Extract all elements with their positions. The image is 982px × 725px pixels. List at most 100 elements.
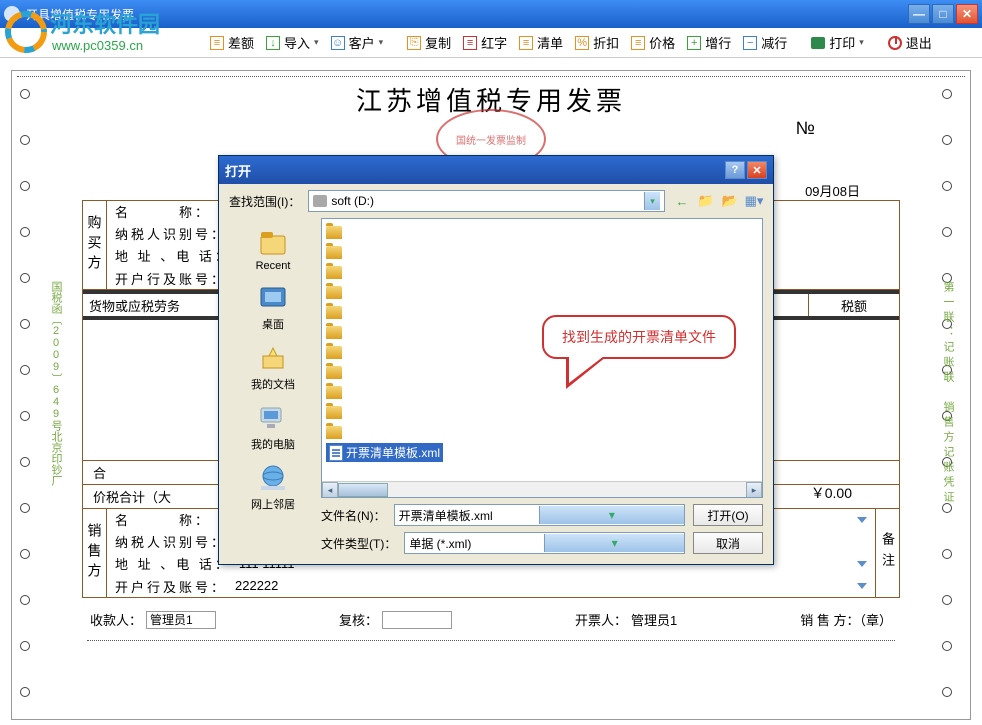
invoice-number: № 41029010 xyxy=(796,118,900,141)
scroll-thumb[interactable] xyxy=(338,483,388,497)
filetype-combo[interactable]: 单据 (*.xml) ▾ xyxy=(404,532,685,554)
filename-combo[interactable]: 开票清单模板.xml ▾ xyxy=(394,504,685,526)
chevron-down-icon[interactable]: ▾ xyxy=(644,192,660,210)
annotation-callout: 找到生成的开票清单文件 xyxy=(542,315,736,389)
copy-button[interactable]: ⎘复制 xyxy=(407,33,451,52)
back-icon[interactable]: ← xyxy=(673,192,691,210)
print-button[interactable]: 打印▾ xyxy=(811,33,864,52)
file-list[interactable]: 开票清单模板.xml 找到生成的开票清单文件 ◂ ▸ xyxy=(321,218,763,498)
customer-button[interactable]: ☺客户▾ xyxy=(331,33,384,52)
buyer-addr-label: 地 址 、电 话： xyxy=(115,246,231,265)
horizontal-scrollbar[interactable]: ◂ ▸ xyxy=(322,481,762,497)
seller-taxno-label: 纳税人识别号： xyxy=(115,532,227,551)
view-menu-icon[interactable]: ▦▾ xyxy=(745,192,763,210)
places-bar: Recent 桌面 我的文档 我的电脑 网上邻居 xyxy=(229,218,317,498)
reviewer-label: 复核： xyxy=(339,610,378,629)
dialog-titlebar[interactable]: 打开 ? ✕ xyxy=(219,156,773,184)
print-icon xyxy=(811,37,825,49)
buyer-name-label: 名 称： xyxy=(115,202,211,221)
dropdown-icon[interactable] xyxy=(857,583,867,589)
right-vertical-note: 第一联：记账联 销售方记账凭证 xyxy=(938,281,956,506)
dropdown-icon[interactable] xyxy=(857,561,867,567)
look-in-value: soft (D:) xyxy=(331,194,640,208)
delrow-button[interactable]: −减行 xyxy=(743,33,787,52)
buyer-side-label: 购买方 xyxy=(83,201,107,289)
dropdown-icon[interactable] xyxy=(857,517,867,523)
dialog-close-button[interactable]: ✕ xyxy=(747,161,767,179)
folder-icon xyxy=(326,286,342,299)
filetype-label: 文件类型(T)： xyxy=(321,535,396,552)
place-documents[interactable]: 我的文档 xyxy=(229,340,317,394)
close-button[interactable]: ✕ xyxy=(956,4,978,24)
folder-item[interactable] xyxy=(326,403,436,421)
look-in-combo[interactable]: soft (D:) ▾ xyxy=(308,190,665,212)
look-in-label: 查找范围(I)： xyxy=(229,193,300,210)
addrow-button[interactable]: +增行 xyxy=(687,33,731,52)
payee-input[interactable] xyxy=(146,611,216,629)
exit-button[interactable]: 退出 xyxy=(888,33,932,52)
place-desktop[interactable]: 桌面 xyxy=(229,280,317,334)
open-file-dialog: 打开 ? ✕ 查找范围(I)： soft (D:) ▾ ← 📁 📂 ▦▾ xyxy=(218,155,774,565)
place-computer[interactable]: 我的电脑 xyxy=(229,400,317,454)
seller-bank-input[interactable] xyxy=(231,578,853,594)
scroll-right-icon[interactable]: ▸ xyxy=(746,482,762,498)
place-recent[interactable]: Recent xyxy=(229,224,317,274)
folder-item[interactable] xyxy=(326,263,436,281)
folder-item[interactable] xyxy=(326,363,436,381)
folder-item[interactable] xyxy=(326,223,436,241)
folder-item[interactable] xyxy=(326,243,436,261)
sprocket-left xyxy=(20,71,40,719)
desktop-icon xyxy=(257,282,289,314)
up-folder-icon[interactable]: 📁 xyxy=(697,192,715,210)
perforation xyxy=(87,640,895,641)
folder-icon xyxy=(326,266,342,279)
new-folder-icon[interactable]: 📂 xyxy=(721,192,739,210)
signature-row: 收款人： 复核： 开票人：管理员1 销 售 方：（章） xyxy=(82,610,900,629)
folder-item[interactable] xyxy=(326,423,436,441)
chevron-down-icon[interactable]: ▾ xyxy=(544,534,684,552)
folder-icon xyxy=(326,386,342,399)
folder-item[interactable] xyxy=(326,343,436,361)
dialog-help-button[interactable]: ? xyxy=(725,161,745,179)
maximize-button[interactable]: □ xyxy=(932,4,954,24)
diff-button[interactable]: ≡差额 xyxy=(210,33,254,52)
folder-icon xyxy=(326,366,342,379)
price-button[interactable]: ≡价格 xyxy=(631,33,675,52)
red-button[interactable]: ≡红字 xyxy=(463,33,507,52)
power-icon xyxy=(888,36,902,50)
open-button[interactable]: 打开(O) xyxy=(693,504,763,526)
xml-file-icon xyxy=(329,445,343,461)
place-network[interactable]: 网上邻居 xyxy=(229,460,317,514)
chevron-down-icon[interactable]: ▾ xyxy=(539,506,684,524)
folder-icon xyxy=(326,246,342,259)
filetype-value: 单据 (*.xml) xyxy=(405,535,544,552)
folder-icon xyxy=(326,406,342,419)
folder-icon xyxy=(326,306,342,319)
file-item-selected[interactable]: 开票清单模板.xml xyxy=(326,443,443,462)
perforation xyxy=(17,76,965,77)
filename-value: 开票清单模板.xml xyxy=(395,507,539,524)
folder-item[interactable] xyxy=(326,283,436,301)
remark-side-label: 备注 xyxy=(875,509,899,597)
discount-button[interactable]: %折扣 xyxy=(575,33,619,52)
list-button[interactable]: ≡清单 xyxy=(519,33,563,52)
drive-icon xyxy=(313,195,327,207)
seller-addr-label: 地 址 、电 话： xyxy=(115,554,231,573)
drawer-value: 管理员1 xyxy=(631,610,677,629)
cancel-button[interactable]: 取消 xyxy=(693,532,763,554)
folder-icon xyxy=(326,326,342,339)
folder-item[interactable] xyxy=(326,323,436,341)
toolbar: ≡差额 ↓导入▾ ☺客户▾ ⎘复制 ≡红字 ≡清单 %折扣 ≡价格 +增行 −减… xyxy=(0,28,982,58)
documents-icon xyxy=(257,342,289,374)
folder-icon xyxy=(257,226,289,258)
folder-icon xyxy=(326,426,342,439)
import-button[interactable]: ↓导入▾ xyxy=(266,33,319,52)
folder-item[interactable] xyxy=(326,383,436,401)
filename-label: 文件名(N)： xyxy=(321,507,386,524)
minimize-button[interactable]: — xyxy=(908,4,930,24)
folder-icon xyxy=(326,226,342,239)
folder-item[interactable] xyxy=(326,303,436,321)
scroll-left-icon[interactable]: ◂ xyxy=(322,482,338,498)
reviewer-input[interactable] xyxy=(382,611,452,629)
network-icon xyxy=(257,462,289,494)
